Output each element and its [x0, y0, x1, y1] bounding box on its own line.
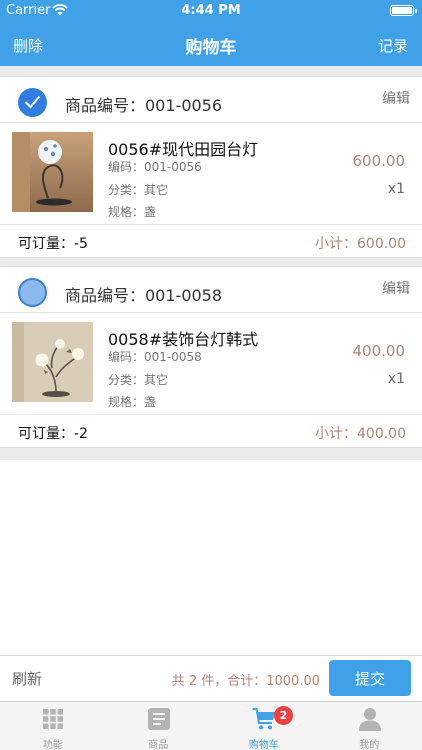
cart-icon	[252, 708, 275, 730]
item-subtotal: 小计：400.00	[315, 426, 406, 442]
select-checkbox[interactable]	[18, 88, 47, 117]
tab-cart[interactable]: 2 购物车	[211, 702, 317, 750]
submit-button[interactable]: 提交	[329, 660, 411, 696]
page-title: 购物车	[185, 38, 237, 58]
product-quantity: x1	[387, 371, 405, 387]
item-subtotal: 小计：600.00	[315, 236, 406, 252]
tab-products[interactable]: 商品	[106, 702, 212, 750]
cart-item-header: 商品编号：001-0056 编辑	[0, 77, 422, 123]
product-code: 编码：001-0058	[108, 350, 202, 364]
product-category: 分类：其它	[108, 183, 169, 197]
cart-item-body[interactable]: 0058#装饰台灯韩式 编码：001-0058 分类：其它 规格：盏 400.0…	[0, 313, 422, 415]
tab-label: 功能	[42, 740, 63, 750]
cart-item: 商品编号：001-0056 编辑 0056#现代田园台灯 编码：001-0056…	[0, 76, 422, 258]
product-price: 600.00	[352, 152, 406, 170]
item-code-label: 商品编号：001-0058	[65, 286, 223, 305]
tab-label: 购物车	[248, 740, 279, 750]
status-bar: Carrier 4:44 PM	[0, 0, 422, 22]
product-price: 400.00	[352, 342, 406, 360]
tab-functions[interactable]: 功能	[0, 702, 106, 750]
document-icon	[147, 708, 170, 730]
tab-me[interactable]: 我的	[317, 702, 422, 750]
product-quantity: x1	[387, 181, 405, 197]
history-button[interactable]: 记录	[378, 35, 408, 56]
cart-item: 商品编号：001-0058 编辑 0058#装饰台灯韩式 编码：001-0058…	[0, 266, 422, 448]
person-icon	[358, 708, 381, 731]
refresh-button[interactable]: 刷新	[12, 668, 42, 689]
edit-button[interactable]: 编辑	[382, 278, 410, 298]
cart-item-body[interactable]: 0056#现代田园台灯 编码：001-0056 分类：其它 规格：盏 600.0…	[0, 123, 422, 225]
cart-total: 共 2 件，合计：1000.00	[171, 674, 320, 689]
cart-item-header: 商品编号：001-0058 编辑	[0, 267, 422, 313]
select-checkbox[interactable]	[18, 278, 47, 307]
top-bar: Carrier 4:44 PM 删除 购物车 记录	[0, 0, 422, 66]
cart-count-badge: 2	[274, 706, 293, 725]
product-name: 0058#装饰台灯韩式	[108, 330, 259, 349]
clock: 4:44 PM	[181, 3, 241, 18]
battery-icon	[390, 5, 417, 16]
product-image[interactable]	[12, 132, 93, 212]
cart-item-footer: 可订量：-2 小计：400.00	[0, 415, 422, 447]
cart-item-footer: 可订量：-5 小计：600.00	[0, 225, 422, 257]
item-code-label: 商品编号：001-0056	[65, 96, 223, 115]
product-image[interactable]	[12, 322, 93, 402]
tab-label: 我的	[359, 740, 380, 750]
product-spec: 规格：盏	[108, 205, 157, 219]
available-quantity: 可订量：-2	[18, 426, 88, 442]
available-quantity: 可订量：-5	[18, 236, 88, 252]
checkmark-icon	[24, 95, 41, 109]
checkout-bar: 刷新 共 2 件，合计：1000.00 提交	[0, 655, 422, 701]
tab-label: 商品	[148, 740, 169, 750]
product-category: 分类：其它	[108, 373, 169, 387]
tab-bar: 功能 商品 2 购物车 我的	[0, 701, 422, 750]
product-spec: 规格：盏	[108, 395, 157, 409]
product-name: 0056#现代田园台灯	[108, 140, 259, 159]
edit-button[interactable]: 编辑	[382, 88, 410, 108]
empty-area	[0, 460, 422, 655]
grid-icon	[43, 709, 63, 729]
product-code: 编码：001-0056	[108, 160, 202, 174]
